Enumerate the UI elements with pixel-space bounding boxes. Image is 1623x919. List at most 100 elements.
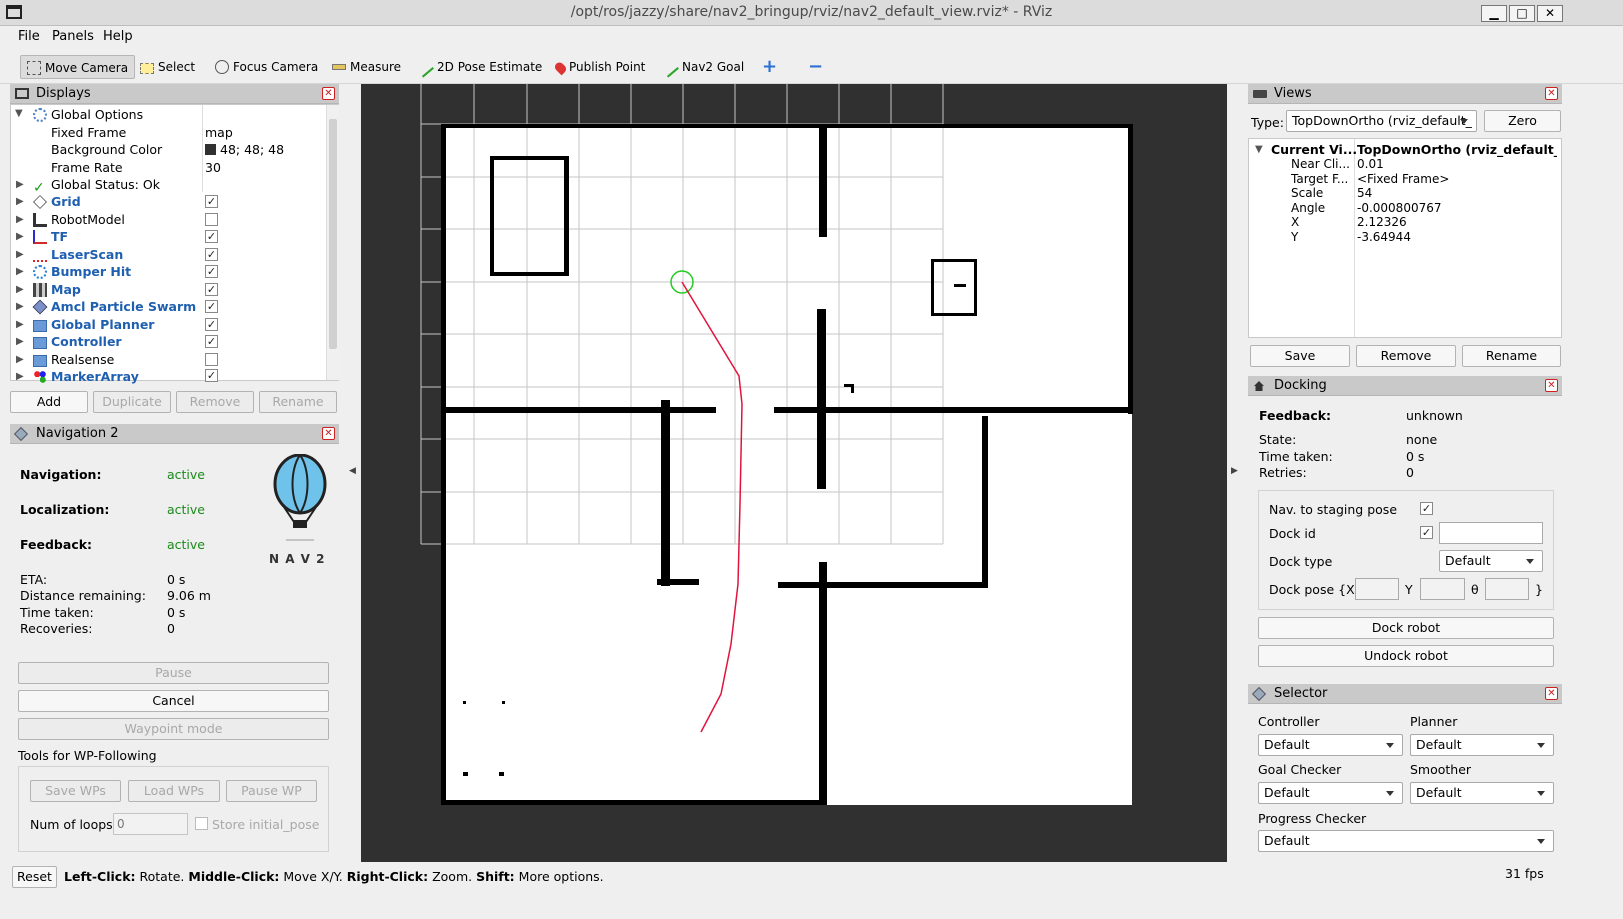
amcl-checkbox[interactable]: ✓ bbox=[205, 300, 218, 313]
display-controller[interactable]: Controller bbox=[51, 334, 122, 349]
window-title: /opt/ros/jazzy/share/nav2_bringup/rviz/n… bbox=[570, 4, 1053, 20]
folder-icon bbox=[33, 355, 47, 367]
bumper-hit-checkbox[interactable]: ✓ bbox=[205, 265, 218, 278]
store-pose-label: Store initial_pose bbox=[212, 817, 320, 832]
dock-type-select[interactable]: Default bbox=[1439, 550, 1543, 572]
close-icon[interactable]: ✕ bbox=[1545, 687, 1558, 700]
y-value[interactable]: -3.64944 bbox=[1357, 229, 1411, 246]
display-global-planner[interactable]: Global Planner bbox=[51, 317, 154, 332]
remove-tool-button[interactable]: − bbox=[802, 55, 829, 79]
goal-arrow-icon bbox=[663, 62, 679, 78]
global-options-label[interactable]: Global Options bbox=[51, 107, 143, 122]
background-color-value[interactable]: 48; 48; 48 bbox=[205, 141, 284, 158]
add-tool-button[interactable]: + bbox=[756, 55, 783, 79]
display-realsense[interactable]: Realsense bbox=[51, 352, 114, 367]
display-grid[interactable]: Grid bbox=[51, 194, 81, 209]
pause-button[interactable]: Pause bbox=[18, 662, 329, 684]
staging-pose-checkbox[interactable]: ✓ bbox=[1420, 502, 1433, 515]
pause-wp-button[interactable]: Pause WP bbox=[226, 780, 317, 802]
rename-view-button[interactable]: Rename bbox=[1462, 345, 1561, 367]
laserscan-checkbox[interactable]: ✓ bbox=[205, 248, 218, 261]
menu-bar: File Panels Help bbox=[0, 26, 1623, 48]
markerarray-checkbox[interactable]: ✓ bbox=[205, 369, 218, 382]
realsense-checkbox[interactable] bbox=[205, 353, 218, 366]
save-view-button[interactable]: Save bbox=[1250, 345, 1350, 367]
goal-checker-select[interactable]: Default bbox=[1258, 782, 1403, 804]
fixed-frame-value[interactable]: map bbox=[205, 124, 233, 141]
dock-pose-x-input[interactable] bbox=[1355, 578, 1399, 600]
controller-checkbox[interactable]: ✓ bbox=[205, 335, 218, 348]
dock-id-input[interactable] bbox=[1439, 522, 1543, 544]
zero-view-button[interactable]: Zero bbox=[1484, 110, 1561, 132]
left-splitter-arrow[interactable]: ◀ bbox=[349, 466, 356, 476]
right-splitter-arrow[interactable]: ▶ bbox=[1231, 466, 1238, 476]
close-icon[interactable]: ✕ bbox=[322, 87, 335, 100]
add-display-button[interactable]: Add bbox=[10, 391, 88, 413]
display-bumper-hit[interactable]: Bumper Hit bbox=[51, 264, 131, 279]
display-tf[interactable]: TF bbox=[51, 229, 68, 244]
pose-estimate-tool[interactable]: 2D Pose Estimate bbox=[413, 55, 548, 79]
tf-checkbox[interactable]: ✓ bbox=[205, 230, 218, 243]
current-view-value[interactable]: TopDownOrtho (rviz_default_... bbox=[1357, 141, 1557, 158]
close-window-button[interactable]: ✕ bbox=[1537, 5, 1563, 22]
select-tool[interactable]: Select bbox=[134, 55, 201, 79]
dock-pose-theta-input[interactable] bbox=[1485, 578, 1529, 600]
display-laserscan[interactable]: LaserScan bbox=[51, 247, 123, 262]
controller-select[interactable]: Default bbox=[1258, 734, 1403, 756]
store-pose-checkbox[interactable] bbox=[195, 817, 208, 830]
robotmodel-checkbox[interactable] bbox=[205, 213, 218, 226]
close-icon[interactable]: ✕ bbox=[1545, 379, 1558, 392]
dock-id-checkbox[interactable]: ✓ bbox=[1420, 526, 1433, 539]
nav2-title: Navigation 2 bbox=[36, 426, 119, 441]
rename-display-button[interactable]: Rename bbox=[259, 391, 337, 413]
map-checkbox[interactable]: ✓ bbox=[205, 283, 218, 296]
progress-checker-select[interactable]: Default bbox=[1258, 830, 1554, 852]
dock-robot-button[interactable]: Dock robot bbox=[1258, 617, 1554, 639]
frame-rate-value[interactable]: 30 bbox=[205, 159, 221, 176]
duplicate-display-button[interactable]: Duplicate bbox=[93, 391, 171, 413]
feedback-status: active bbox=[167, 537, 205, 552]
progress-checker-label: Progress Checker bbox=[1258, 811, 1367, 826]
display-markerarray[interactable]: MarkerArray bbox=[51, 369, 139, 384]
close-icon[interactable]: ✕ bbox=[322, 427, 335, 440]
save-wps-button[interactable]: Save WPs bbox=[30, 780, 121, 802]
planner-select[interactable]: Default bbox=[1410, 734, 1554, 756]
reset-button[interactable]: Reset bbox=[12, 866, 57, 888]
eta-value: 0 s bbox=[167, 572, 186, 587]
waypoint-mode-button[interactable]: Waypoint mode bbox=[18, 718, 329, 740]
remove-view-button[interactable]: Remove bbox=[1356, 345, 1456, 367]
close-icon[interactable]: ✕ bbox=[1545, 87, 1558, 100]
load-wps-button[interactable]: Load WPs bbox=[128, 780, 220, 802]
move-camera-tool[interactable]: Move Camera bbox=[20, 55, 136, 79]
menu-help[interactable]: Help bbox=[103, 29, 133, 44]
tree-scrollbar[interactable] bbox=[326, 105, 339, 380]
render-viewport[interactable] bbox=[361, 84, 1227, 862]
display-map[interactable]: Map bbox=[51, 282, 81, 297]
dock-feedback-label: Feedback: bbox=[1259, 408, 1332, 423]
focus-camera-tool[interactable]: Focus Camera bbox=[209, 55, 324, 79]
minimize-button[interactable]: ▁ bbox=[1481, 5, 1507, 22]
home-icon bbox=[1254, 381, 1264, 391]
smoother-select[interactable]: Default bbox=[1410, 782, 1554, 804]
grid-icon bbox=[33, 195, 47, 209]
nav2-goal-tool[interactable]: Nav2 Goal bbox=[658, 55, 750, 79]
menu-panels[interactable]: Panels bbox=[52, 29, 94, 44]
num-loops-input[interactable] bbox=[113, 813, 188, 835]
cancel-button[interactable]: Cancel bbox=[18, 690, 329, 712]
dock-state-label: State: bbox=[1259, 432, 1297, 447]
remove-display-button[interactable]: Remove bbox=[176, 391, 254, 413]
grid-checkbox[interactable]: ✓ bbox=[205, 195, 218, 208]
dock-pose-y-input[interactable] bbox=[1420, 578, 1465, 600]
publish-point-tool[interactable]: Publish Point bbox=[550, 55, 651, 79]
menu-file[interactable]: File bbox=[18, 29, 40, 44]
display-amcl-particle-swarm[interactable]: Amcl Particle Swarm bbox=[51, 299, 196, 314]
map-icon bbox=[33, 283, 47, 297]
display-robotmodel[interactable]: RobotModel bbox=[51, 212, 125, 227]
view-properties-tree: ▼ Current Vi... TopDownOrtho (rviz_defau… bbox=[1248, 138, 1562, 338]
num-loops-label: Num of loops bbox=[30, 817, 113, 832]
maximize-button[interactable]: □ bbox=[1509, 5, 1535, 22]
measure-tool[interactable]: Measure bbox=[326, 55, 407, 79]
global-planner-checkbox[interactable]: ✓ bbox=[205, 318, 218, 331]
view-type-select[interactable]: TopDownOrtho (rviz_default_ bbox=[1286, 110, 1477, 132]
undock-robot-button[interactable]: Undock robot bbox=[1258, 645, 1554, 667]
